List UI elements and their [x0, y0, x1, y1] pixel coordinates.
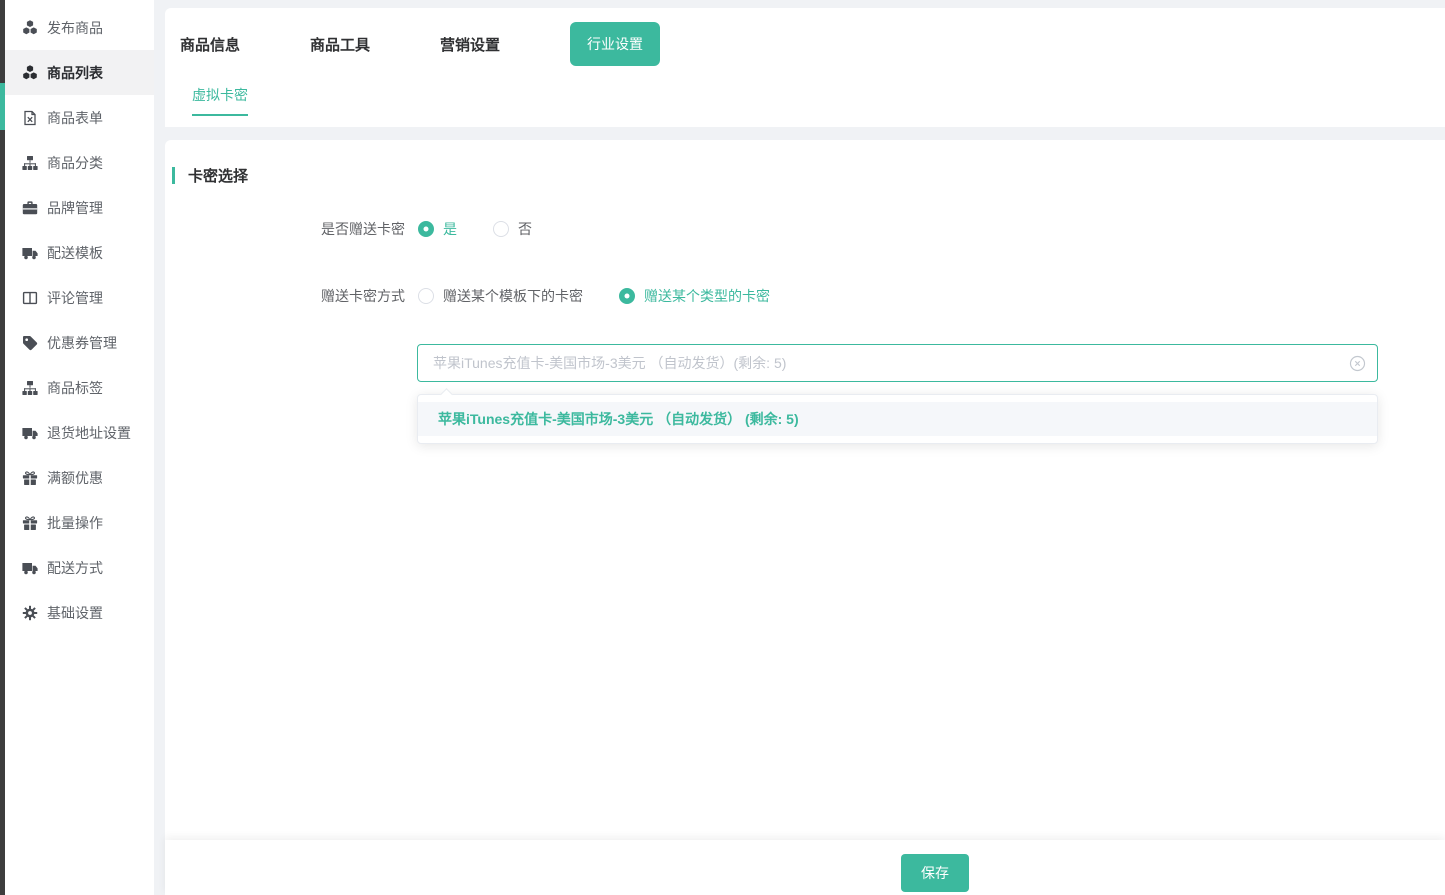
sidebar-item-product-tags[interactable]: 商品标签	[5, 365, 154, 410]
sitemap-icon	[22, 155, 38, 171]
card-key-dropdown: 苹果iTunes充值卡-美国市场-3美元 （自动发货） (剩余: 5)	[417, 394, 1378, 444]
content-card: 卡密选择 是否赠送卡密 是否 赠送卡密方式 赠送某个模板下的卡密赠送某个类型的卡…	[165, 140, 1445, 895]
section-accent-bar	[172, 167, 175, 184]
radio-unchecked-icon[interactable]	[493, 221, 509, 237]
gift-question-radio-group: 是否	[418, 221, 532, 237]
radio-option-label: 是	[443, 221, 457, 237]
radio-option-label: 否	[518, 221, 532, 237]
sidebar: 发布商品商品列表商品表单商品分类品牌管理配送模板评论管理优惠券管理商品标签退货地…	[5, 0, 154, 895]
dropdown-option-1[interactable]: 苹果iTunes充值卡-美国市场-3美元 （自动发货） (剩余: 5)	[418, 402, 1377, 436]
sidebar-item-product-list[interactable]: 商品列表	[5, 50, 154, 95]
truck-icon	[22, 425, 38, 441]
gift-question-option-1[interactable]: 是	[418, 221, 457, 237]
sidebar-item-label: 基础设置	[47, 603, 103, 623]
left-rail	[0, 0, 5, 895]
circle-close-icon[interactable]	[1349, 355, 1366, 372]
sidebar-item-label: 商品标签	[47, 378, 103, 398]
gift-icon	[22, 470, 38, 486]
sidebar-item-return-address-settings[interactable]: 退货地址设置	[5, 410, 154, 455]
sidebar-item-label: 批量操作	[47, 513, 103, 533]
truck-icon	[22, 560, 38, 576]
sidebar-item-coupon-management[interactable]: 优惠券管理	[5, 320, 154, 365]
app-root: 发布商品商品列表商品表单商品分类品牌管理配送模板评论管理优惠券管理商品标签退货地…	[0, 0, 1445, 895]
sidebar-item-full-discount[interactable]: 满额优惠	[5, 455, 154, 500]
scrollbar-thumb[interactable]	[0, 83, 5, 130]
radio-checked-icon[interactable]	[418, 221, 434, 237]
tab-product-tools[interactable]: 商品工具	[310, 34, 370, 55]
save-button[interactable]: 保存	[901, 854, 969, 892]
radio-checked-icon[interactable]	[619, 288, 635, 304]
tabs-row: 商品信息 商品工具 营销设置 行业设置	[180, 24, 660, 64]
sidebar-item-label: 满额优惠	[47, 468, 103, 488]
gift-method-option-1[interactable]: 赠送某个模板下的卡密	[418, 288, 583, 304]
sidebar-item-comment-management[interactable]: 评论管理	[5, 275, 154, 320]
sidebar-item-product-category[interactable]: 商品分类	[5, 140, 154, 185]
card-key-select-input[interactable]	[418, 345, 1377, 381]
briefcase-icon	[22, 200, 38, 216]
file-excel-icon	[22, 110, 38, 126]
section-header: 卡密选择	[172, 165, 248, 186]
cubes-icon	[22, 20, 38, 36]
radio-option-label: 赠送某个类型的卡密	[644, 288, 770, 304]
sidebar-item-basic-settings[interactable]: 基础设置	[5, 590, 154, 635]
truck-icon	[22, 245, 38, 261]
sidebar-item-label: 配送模板	[47, 243, 103, 263]
gift-method-option-2[interactable]: 赠送某个类型的卡密	[619, 288, 770, 304]
sidebar-item-label: 品牌管理	[47, 198, 103, 218]
footer-bar: 保存	[165, 840, 1445, 895]
gift-method-radio-group: 赠送某个模板下的卡密 赠送某个类型的卡密	[418, 288, 770, 304]
gift-icon	[22, 515, 38, 531]
sidebar-item-delivery-template[interactable]: 配送模板	[5, 230, 154, 275]
radio-option-label: 赠送某个模板下的卡密	[443, 288, 583, 304]
sidebar-item-publish-product[interactable]: 发布商品	[5, 5, 154, 50]
sidebar-item-delivery-method[interactable]: 配送方式	[5, 545, 154, 590]
radio-unchecked-icon[interactable]	[418, 288, 434, 304]
cubes-icon	[22, 65, 38, 81]
gift-question-option-2[interactable]: 否	[493, 221, 532, 237]
gift-method-label: 赠送卡密方式	[165, 288, 405, 304]
sidebar-item-label: 配送方式	[47, 558, 103, 578]
gift-question-label: 是否赠送卡密	[165, 221, 405, 237]
sidebar-item-batch-operations[interactable]: 批量操作	[5, 500, 154, 545]
tabs-card: 商品信息 商品工具 营销设置 行业设置 虚拟卡密	[165, 8, 1445, 127]
sidebar-item-label: 商品分类	[47, 153, 103, 173]
sidebar-item-label: 退货地址设置	[47, 423, 131, 443]
sidebar-item-product-form[interactable]: 商品表单	[5, 95, 154, 140]
sidebar-item-brand-management[interactable]: 品牌管理	[5, 185, 154, 230]
tab-marketing-settings[interactable]: 营销设置	[440, 34, 500, 55]
sitemap-icon	[22, 380, 38, 396]
dropdown-arrow	[440, 388, 453, 401]
sidebar-item-label: 发布商品	[47, 18, 103, 38]
section-title: 卡密选择	[188, 165, 248, 186]
tab-industry-settings[interactable]: 行业设置	[570, 22, 660, 66]
sidebar-item-label: 优惠券管理	[47, 333, 117, 353]
columns-icon	[22, 290, 38, 306]
card-key-select[interactable]	[417, 344, 1378, 382]
sidebar-item-label: 商品列表	[47, 63, 103, 83]
sidebar-item-label: 评论管理	[47, 288, 103, 308]
tab-product-info[interactable]: 商品信息	[180, 34, 240, 55]
sidebar-item-label: 商品表单	[47, 108, 103, 128]
tag-icon	[22, 335, 38, 351]
gear-icon	[22, 605, 38, 621]
subtab-virtual-card-key[interactable]: 虚拟卡密	[192, 85, 248, 116]
